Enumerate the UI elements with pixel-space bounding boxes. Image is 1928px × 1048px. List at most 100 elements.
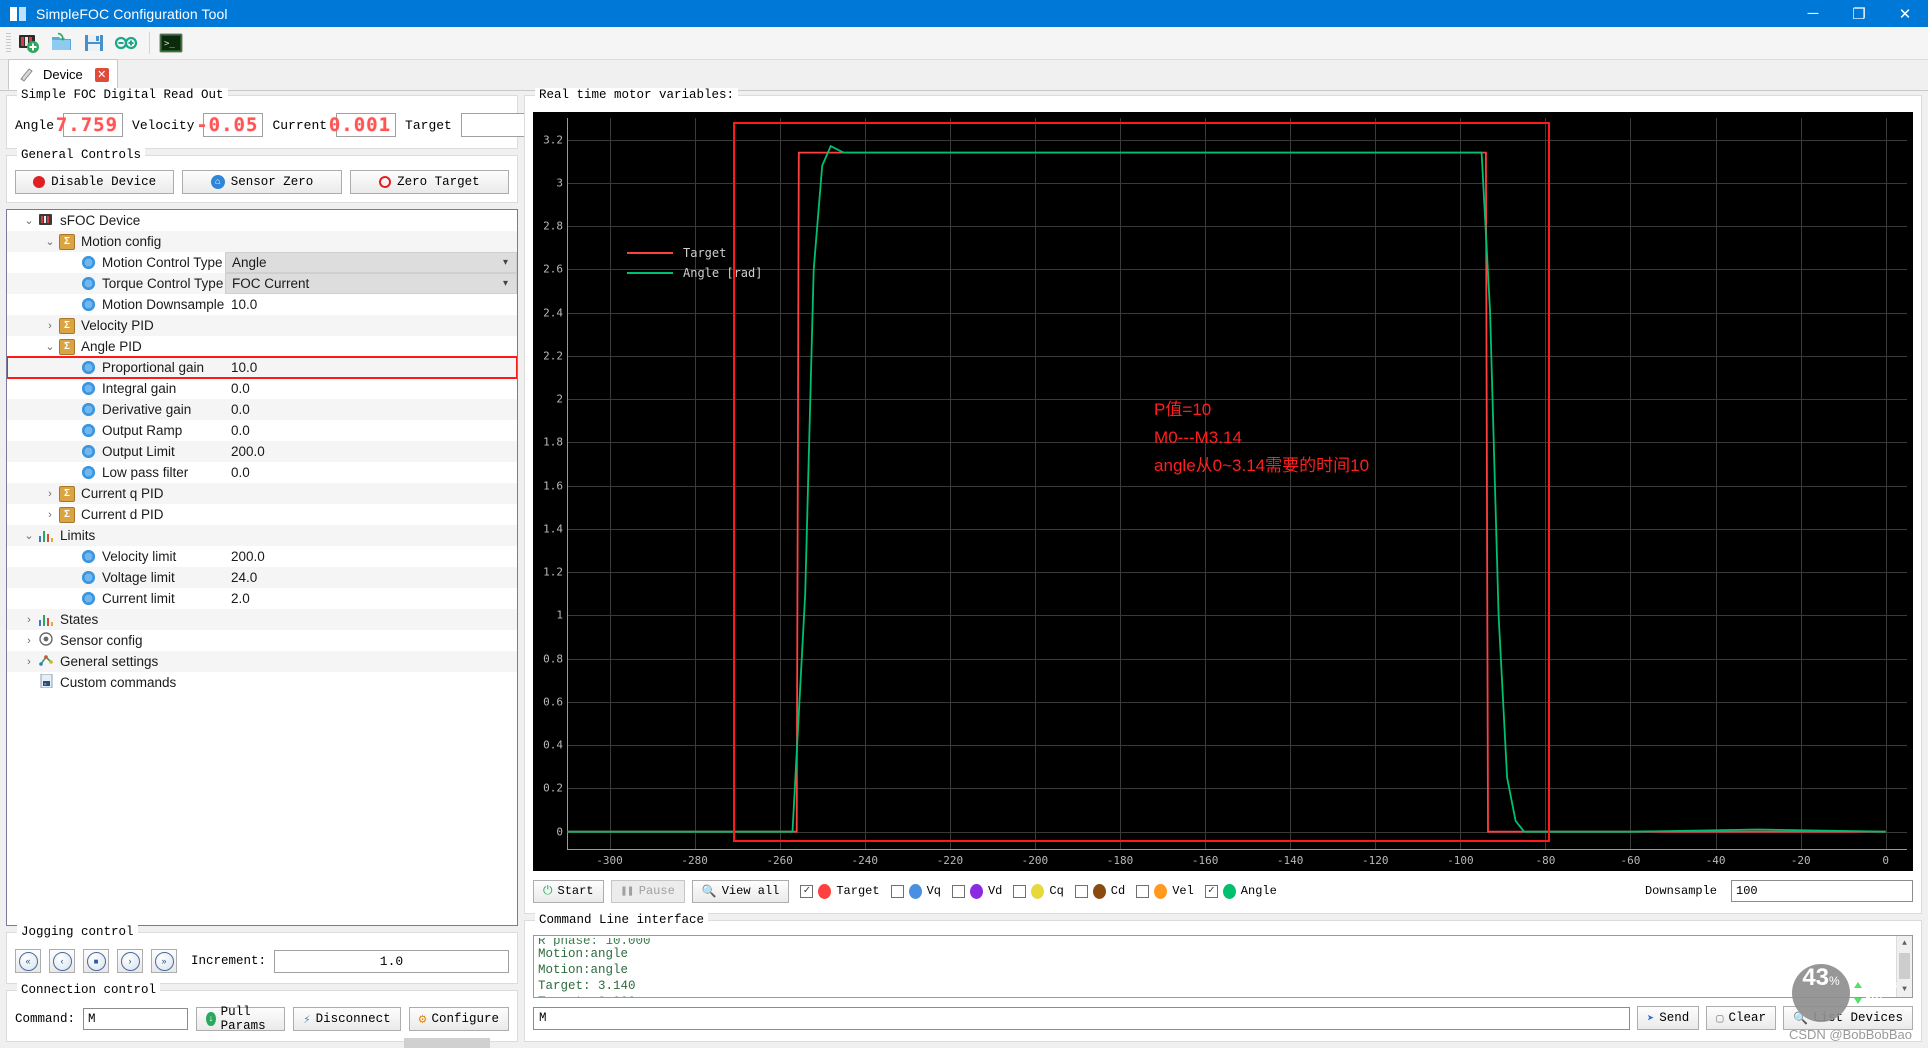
- tree-twisty[interactable]: ›: [21, 635, 37, 647]
- disconnect-button[interactable]: ⚡ Disconnect: [293, 1007, 401, 1031]
- arduino-icon[interactable]: [111, 30, 141, 56]
- tree-twisty[interactable]: ›: [42, 509, 58, 521]
- config-tree[interactable]: ⌄ sFOC Device ⌄ Σ Motion config Motion Contro…: [6, 209, 518, 926]
- tree-twisty[interactable]: ›: [42, 320, 58, 332]
- checkbox[interactable]: [1136, 884, 1150, 898]
- tree-twisty[interactable]: ⌄: [42, 340, 58, 353]
- tree-row-value[interactable]: 200.0: [225, 546, 517, 567]
- tree-row-current-q-pid[interactable]: › Σ Current q PID: [7, 483, 517, 504]
- tree-twisty[interactable]: ›: [21, 614, 37, 626]
- series-toggle-vel[interactable]: Vel: [1136, 883, 1194, 899]
- jog-fast-back-button[interactable]: «: [15, 949, 41, 973]
- tree-twisty[interactable]: ⌄: [21, 529, 37, 542]
- network-speed-widget[interactable]: 43 % 0.1K/s 0K/s: [1792, 964, 1910, 1022]
- tree-row-states[interactable]: › States: [7, 609, 517, 630]
- view-all-button[interactable]: 🔍 View all: [691, 879, 790, 903]
- tree-row-current-limit[interactable]: Current limit 2.0: [7, 588, 517, 609]
- jog-forward-button[interactable]: ›: [117, 949, 143, 973]
- console-output[interactable]: R phase: 10.000 Motion:angle Motion:angle T…: [533, 935, 1913, 998]
- checkbox[interactable]: [890, 884, 904, 898]
- tree-row-value[interactable]: 0.0: [225, 378, 517, 399]
- tree-row-current-d-pid[interactable]: › Σ Current d PID: [7, 504, 517, 525]
- maximize-button[interactable]: ❐: [1836, 0, 1882, 27]
- console-command-input[interactable]: M: [533, 1006, 1631, 1030]
- tree-row-motion-downsample[interactable]: Motion Downsample 10.0: [7, 294, 517, 315]
- sensor-zero-button[interactable]: ⌂ Sensor Zero: [182, 170, 342, 194]
- tree-row-sfoc-device[interactable]: ⌄ sFOC Device: [7, 210, 517, 231]
- downsample-input[interactable]: 100: [1731, 880, 1913, 902]
- tree-row-velocity-pid[interactable]: › Σ Velocity PID: [7, 315, 517, 336]
- tree-twisty[interactable]: ⌄: [21, 214, 37, 227]
- open-folder-icon[interactable]: [47, 30, 77, 56]
- checkbox[interactable]: ✓: [1204, 884, 1218, 898]
- tree-row-derivative-gain[interactable]: Derivative gain 0.0: [7, 399, 517, 420]
- configure-button[interactable]: ⚙ Configure: [408, 1007, 509, 1031]
- tree-row-label: Current limit: [102, 591, 175, 606]
- realtime-plot[interactable]: 0 0.2 0.4 0.6 0.8 1 1.2 1.4 1.6 1.8 2 2.2 2.4 2.6 2.8 3…: [533, 112, 1913, 871]
- tree-row-output-ramp[interactable]: Output Ramp 0.0: [7, 420, 517, 441]
- tab-close-icon[interactable]: ✕: [94, 67, 109, 82]
- tree-row-value[interactable]: Angle ▾: [225, 252, 517, 273]
- command-input[interactable]: M: [83, 1008, 189, 1030]
- checkbox[interactable]: [1013, 884, 1027, 898]
- send-button[interactable]: ➤ Send: [1637, 1006, 1700, 1030]
- increment-input[interactable]: 1.0: [274, 949, 509, 973]
- tree-row-general-settings[interactable]: › General settings: [7, 651, 517, 672]
- chevron-down-icon[interactable]: ▾: [503, 257, 508, 268]
- console-line: Motion:angle: [538, 963, 629, 977]
- minimize-button[interactable]: ─: [1790, 0, 1836, 27]
- pull-params-button[interactable]: ↓ Pull Params: [196, 1005, 286, 1033]
- tree-twisty[interactable]: ⌄: [42, 235, 58, 248]
- zero-target-button[interactable]: Zero Target: [349, 170, 509, 194]
- tree-row-value[interactable]: 10.0: [225, 357, 517, 378]
- tree-twisty[interactable]: ›: [42, 488, 58, 500]
- disable-device-button[interactable]: Disable Device: [15, 170, 175, 194]
- checkbox[interactable]: [1074, 884, 1088, 898]
- tree-row-integral-gain[interactable]: Integral gain 0.0: [7, 378, 517, 399]
- tree-row-sensor-config[interactable]: › Sensor config: [7, 630, 517, 651]
- tree-row-limits[interactable]: ⌄ Limits: [7, 525, 517, 546]
- tree-row-proportional-gain[interactable]: Proportional gain 10.0: [7, 356, 517, 379]
- tree-row-value[interactable]: 24.0: [225, 567, 517, 588]
- tree-row-output-limit[interactable]: Output Limit 200.0: [7, 441, 517, 462]
- jog-back-button[interactable]: ‹: [49, 949, 75, 973]
- checkbox[interactable]: ✓: [800, 884, 814, 898]
- series-toggle-angle[interactable]: ✓ Angle: [1204, 883, 1277, 899]
- checkbox[interactable]: [951, 884, 965, 898]
- series-toggle-cd[interactable]: Cd: [1074, 883, 1125, 899]
- save-icon[interactable]: [79, 30, 109, 56]
- close-button[interactable]: ✕: [1882, 0, 1928, 27]
- tree-row-value[interactable]: 2.0: [225, 588, 517, 609]
- toolbar-grip[interactable]: [6, 33, 11, 53]
- jog-fast-forward-button[interactable]: »: [151, 949, 177, 973]
- scroll-up-button[interactable]: ▲: [1897, 936, 1912, 951]
- series-toggle-vq[interactable]: Vq: [890, 883, 941, 899]
- chevron-down-icon[interactable]: ▾: [503, 278, 508, 289]
- series-toggle-vd[interactable]: Vd: [951, 883, 1002, 899]
- tree-row-velocity-limit[interactable]: Velocity limit 200.0: [7, 546, 517, 567]
- series-toggle-cq[interactable]: Cq: [1013, 883, 1064, 899]
- tree-row-custom-commands[interactable]: >_ Custom commands: [7, 672, 517, 693]
- tree-row-angle-pid[interactable]: ⌄ Σ Angle PID: [7, 336, 517, 357]
- pause-button[interactable]: ❚❚ Pause: [610, 879, 685, 903]
- tree-row-value[interactable]: 200.0: [225, 441, 517, 462]
- tree-row-value[interactable]: 0.0: [225, 399, 517, 420]
- tree-row-value[interactable]: 0.0: [225, 420, 517, 441]
- tree-row-motion-config[interactable]: ⌄ Σ Motion config: [7, 231, 517, 252]
- tree-twisty[interactable]: ›: [21, 656, 37, 668]
- tab-device[interactable]: Device ✕: [8, 59, 118, 90]
- tree-row-voltage-limit[interactable]: Voltage limit 24.0: [7, 567, 517, 588]
- series-toggle-target[interactable]: ✓ Target: [800, 883, 880, 899]
- new-device-icon[interactable]: [15, 30, 45, 56]
- tree-row-value[interactable]: FOC Current ▾: [225, 273, 517, 294]
- clear-button[interactable]: ▢ Clear: [1706, 1006, 1777, 1030]
- tree-row-value[interactable]: 0.0: [225, 462, 517, 483]
- terminal-icon[interactable]: >_: [156, 30, 186, 56]
- tree-row-motion-control-type[interactable]: Motion Control Type Angle ▾: [7, 252, 517, 273]
- target-value[interactable]: [460, 113, 533, 137]
- tree-row-value[interactable]: 10.0: [225, 294, 517, 315]
- start-button[interactable]: ⏻ Start: [533, 879, 604, 903]
- jog-stop-button[interactable]: ■: [83, 949, 109, 973]
- tree-row-low-pass-filter[interactable]: Low pass filter 0.0: [7, 462, 517, 483]
- tree-row-torque-control-type[interactable]: Torque Control Type FOC Current ▾: [7, 273, 517, 294]
